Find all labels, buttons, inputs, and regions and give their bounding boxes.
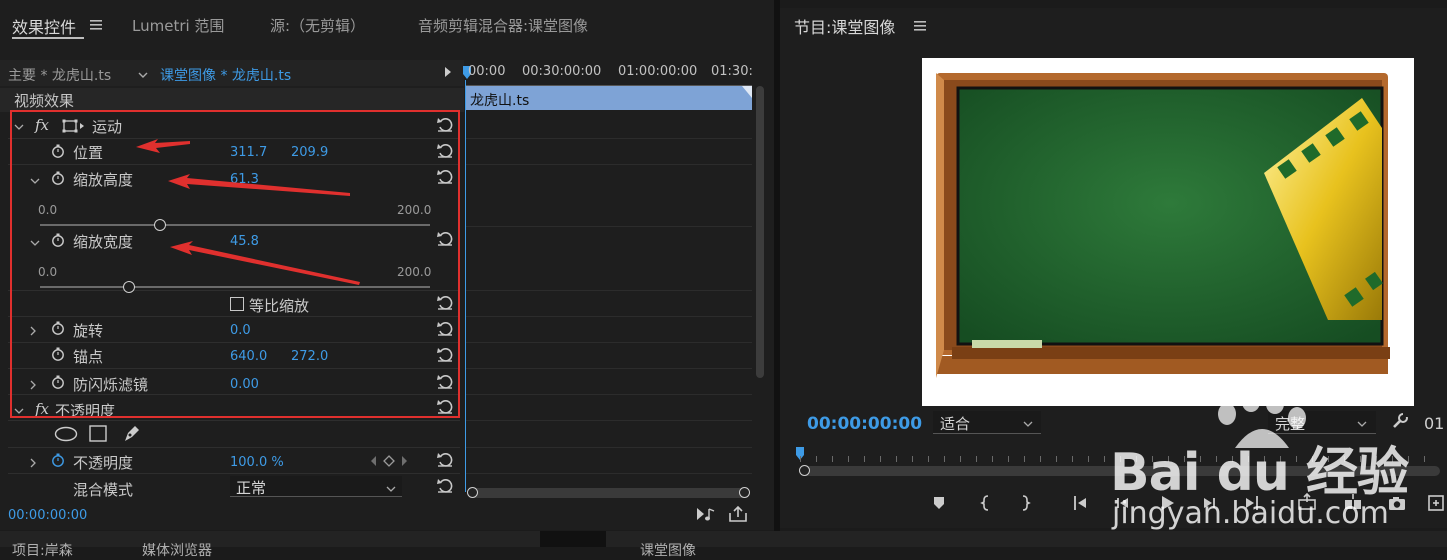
zoom-scrollbar[interactable] [468,488,750,498]
zoom-handle-right[interactable] [739,487,750,498]
blend-mode-value: 正常 [236,479,267,497]
row-divider [466,316,752,317]
tab-media-browser[interactable]: 媒体浏览器 [142,540,212,560]
playhead-line [465,80,466,492]
row-divider [466,447,752,448]
bottom-strip-gap [540,531,606,547]
keyframe-nav-icon[interactable] [369,455,409,467]
chalkboard-image [936,73,1390,378]
chevron-right-icon[interactable] [28,456,38,468]
mark-out-icon[interactable] [1014,492,1036,514]
ellipse-mask-icon[interactable] [54,426,78,442]
row-divider [466,226,752,227]
mark-in-icon[interactable] [975,492,997,514]
ruler-label: 01:00:00:00 [618,64,698,79]
reset-icon[interactable] [436,451,454,467]
clip-bar-label: 龙虎山.ts [470,93,530,109]
chevron-down-icon [1022,417,1034,427]
fit-value: 适合 [940,415,971,433]
ruler-label: 00:30:00:00 [522,64,602,79]
blend-mode-label: 混合模式 [73,481,134,499]
pen-mask-icon[interactable] [122,424,142,443]
stopwatch-active-icon[interactable] [51,453,65,467]
row-divider [466,342,752,343]
row-divider [466,138,752,139]
rectangle-mask-icon[interactable] [89,425,107,442]
go-to-in-icon[interactable] [1070,492,1092,514]
watermark-brand: Bai du 经验 [1110,443,1409,503]
row-divider [8,447,460,448]
row-divider [466,473,752,474]
reset-icon[interactable] [436,477,454,493]
ruler-label: 00:00 [468,64,506,79]
program-video-frame[interactable] [922,58,1414,406]
left-status-bar [0,502,774,528]
effect-controls-timecode[interactable]: 00:00:00:00 [8,508,87,523]
opacity-value[interactable]: 100.0 % [230,455,284,470]
row-divider [466,394,752,395]
row-divider [466,420,752,421]
ruler-label: 01:30:0 [711,64,753,79]
program-zoom-handle[interactable] [799,465,810,476]
tab-sequence[interactable]: 课堂图像 [640,540,696,560]
vertical-scrollbar[interactable] [756,86,764,378]
row-divider [8,473,460,474]
watermark-url: jingyan.baidu.com [1112,496,1389,531]
mini-timeline [464,60,754,500]
row-divider [466,164,752,165]
clip-end-marker [742,86,752,98]
program-title[interactable]: 节目:课堂图像 [794,14,895,38]
play-audio-icon[interactable] [696,506,716,522]
tab-project[interactable]: 项目:岸森 [12,540,73,560]
program-timecode[interactable]: 00:00:00:00 [807,414,922,434]
annotation-arrows [136,139,360,285]
chevron-down-icon [385,482,397,492]
baidu-watermark: Bai du 经验 jingyan.baidu.com [1110,392,1440,542]
export-frame-icon[interactable] [728,505,748,523]
opacity-label: 不透明度 [73,454,134,472]
panel-menu-icon[interactable] [914,19,926,31]
add-marker-icon[interactable] [928,492,950,514]
row-divider [466,368,752,369]
zoom-handle-left[interactable] [467,487,478,498]
row-divider [466,290,752,291]
